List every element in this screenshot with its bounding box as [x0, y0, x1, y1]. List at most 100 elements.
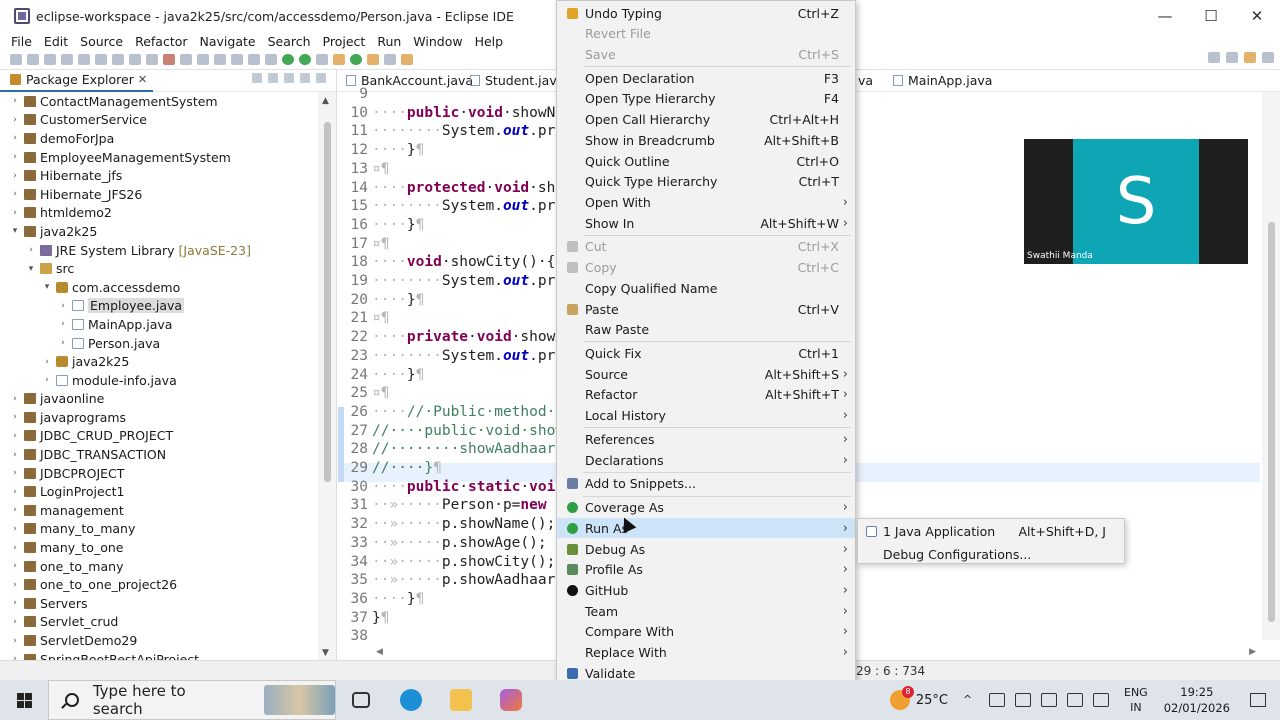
collapsed-chevron-icon[interactable]: › — [8, 487, 22, 497]
step-over-icon[interactable] — [214, 54, 226, 65]
close-icon[interactable]: ✕ — [138, 73, 147, 86]
collapsed-chevron-icon[interactable]: › — [8, 524, 22, 534]
expanded-chevron-icon[interactable]: ▾ — [8, 226, 22, 236]
expanded-chevron-icon[interactable]: ▾ — [40, 282, 54, 292]
collapsed-chevron-icon[interactable]: › — [8, 412, 22, 422]
maximize-button[interactable]: ☐ — [1188, 0, 1234, 32]
code-line[interactable]: ··»·····p.showAge(); — [372, 535, 547, 551]
scroll-down-icon[interactable]: ▼ — [322, 648, 329, 658]
step-return-icon[interactable] — [231, 54, 243, 65]
tree-item[interactable]: › htmldemo2 — [0, 204, 318, 223]
code-line[interactable]: ········System.out.pr — [372, 123, 555, 139]
new-class-icon[interactable] — [350, 54, 362, 65]
open-type-icon[interactable] — [367, 54, 379, 65]
collapsed-chevron-icon[interactable]: › — [8, 450, 22, 460]
code-line[interactable]: ····void·showCity()·{ — [372, 254, 555, 270]
menu-item-coverage-as[interactable]: Coverage As › — [557, 498, 855, 518]
code-line[interactable]: ····public·static·voi — [372, 479, 555, 495]
new-java-project-icon[interactable] — [333, 54, 345, 65]
collapsed-chevron-icon[interactable]: › — [24, 245, 38, 255]
scrollbar-thumb[interactable] — [324, 122, 331, 482]
menu-refactor[interactable]: Refactor — [130, 34, 192, 49]
code-line[interactable]: ¤¶ — [372, 310, 389, 326]
menu-item-quick-outline[interactable]: Quick Outline Ctrl+O — [557, 151, 855, 171]
menu-item-open-call-hierarchy[interactable]: Open Call Hierarchy Ctrl+Alt+H — [557, 110, 855, 130]
tree-item[interactable]: › java2k25 — [0, 352, 318, 371]
external-tools-icon[interactable] — [316, 54, 328, 65]
tree-item[interactable]: › Hibernate_jfs — [0, 166, 318, 185]
tree-item[interactable]: › many_to_many — [0, 520, 318, 539]
language-indicator[interactable]: ENG IN — [1124, 685, 1148, 715]
collapsed-chevron-icon[interactable]: › — [8, 394, 22, 404]
code-line[interactable]: ··»·····p.showCity(); — [372, 554, 555, 570]
collapsed-chevron-icon[interactable]: › — [56, 338, 70, 348]
collapsed-chevron-icon[interactable]: › — [40, 357, 54, 367]
code-line[interactable]: ····}¶ — [372, 367, 424, 383]
menu-run[interactable]: Run — [372, 34, 406, 49]
menu-item-java-application[interactable]: 1 Java Application Alt+Shift+D, J — [858, 521, 1124, 541]
tree-item[interactable]: › one_to_one_project26 — [0, 575, 318, 594]
collapsed-chevron-icon[interactable]: › — [8, 152, 22, 162]
collapsed-chevron-icon[interactable]: › — [56, 301, 70, 311]
chevron-up-icon[interactable]: ^ — [963, 693, 979, 707]
collapsed-chevron-icon[interactable]: › — [8, 189, 22, 199]
code-line[interactable]: //····}¶ — [372, 460, 442, 476]
tree-item[interactable]: › Servlet_crud — [0, 613, 318, 632]
collapsed-chevron-icon[interactable]: › — [8, 171, 22, 181]
menu-item-compare-with[interactable]: Compare With › — [557, 622, 855, 642]
menu-item-declarations[interactable]: Declarations › — [557, 450, 855, 470]
taskbar-search[interactable]: Type here to search — [48, 680, 336, 720]
code-line[interactable]: ····protected·void·sho — [372, 180, 564, 196]
menu-item-profile-as[interactable]: Profile As › — [557, 560, 855, 580]
code-line[interactable]: ¤¶ — [372, 385, 389, 401]
tree-item[interactable]: › one_to_many — [0, 557, 318, 576]
menu-item-source[interactable]: Source Alt+Shift+S › — [557, 364, 855, 384]
menu-item-replace-with[interactable]: Replace With › — [557, 643, 855, 663]
tree-item[interactable]: › demoForJpa — [0, 129, 318, 148]
collapse-all-icon[interactable] — [252, 73, 262, 83]
open-perspective-icon[interactable] — [1226, 52, 1238, 63]
menu-item-copy[interactable]: Copy Ctrl+C — [557, 258, 855, 278]
tree-item[interactable]: › JDBC_TRANSACTION — [0, 445, 318, 464]
menu-item-open-declaration[interactable]: Open Declaration F3 — [557, 68, 855, 88]
menu-source[interactable]: Source — [75, 34, 128, 49]
menu-item-cut[interactable]: Cut Ctrl+X — [557, 237, 855, 257]
menu-search[interactable]: Search — [263, 34, 316, 49]
menu-help[interactable]: Help — [470, 34, 509, 49]
meet-now-icon[interactable] — [989, 693, 1005, 707]
search-icon[interactable] — [1208, 52, 1220, 63]
collapsed-chevron-icon[interactable]: › — [8, 636, 22, 646]
menu-item-undo-typing[interactable]: Undo Typing Ctrl+Z — [557, 3, 855, 23]
collapsed-chevron-icon[interactable]: › — [8, 133, 22, 143]
menu-item-revert-file[interactable]: Revert File — [557, 24, 855, 44]
collapsed-chevron-icon[interactable]: › — [8, 561, 22, 571]
start-button[interactable] — [0, 680, 48, 720]
temperature[interactable]: 25°C — [916, 693, 948, 708]
debug-toolbar-icon[interactable] — [265, 54, 277, 65]
code-line[interactable]: ¤¶ — [372, 161, 389, 177]
menu-item-show-in-breadcrumb[interactable]: Show in Breadcrumb Alt+Shift+B — [557, 130, 855, 150]
menu-item-quick-type-hierarchy[interactable]: Quick Type Hierarchy Ctrl+T — [557, 172, 855, 192]
collapsed-chevron-icon[interactable]: › — [8, 543, 22, 553]
save-all-icon[interactable] — [44, 54, 56, 65]
view-menu-icon[interactable] — [284, 73, 294, 83]
menu-item-local-history[interactable]: Local History › — [557, 406, 855, 426]
expanded-chevron-icon[interactable]: ▾ — [24, 264, 38, 274]
menu-item-paste[interactable]: Paste Ctrl+V — [557, 299, 855, 319]
menu-item-open-with[interactable]: Open With › — [557, 192, 855, 212]
menu-item-refactor[interactable]: Refactor Alt+Shift+T › — [557, 385, 855, 405]
search-toolbar-icon[interactable] — [384, 54, 396, 65]
tree-item[interactable]: › SpringBootRestApiProject — [0, 650, 318, 660]
new-icon[interactable] — [10, 54, 22, 65]
menu-item-github[interactable]: GitHub › — [557, 581, 855, 601]
tree-item[interactable]: › LoginProject1 — [0, 482, 318, 501]
weather-icon[interactable]: 8 — [889, 686, 914, 710]
editor-scrollbar[interactable] — [1262, 92, 1280, 640]
close-button[interactable]: ✕ — [1234, 0, 1280, 32]
java-perspective-icon[interactable] — [1244, 52, 1256, 63]
code-line[interactable]: //········showAadhaar — [372, 441, 555, 457]
notification-icon[interactable] — [1250, 693, 1266, 707]
onedrive-icon[interactable] — [1015, 693, 1031, 707]
tree-item[interactable]: › EmployeeManagementSystem — [0, 148, 318, 167]
menu-item-debug-configurations[interactable]: Debug Configurations... — [858, 544, 1124, 564]
